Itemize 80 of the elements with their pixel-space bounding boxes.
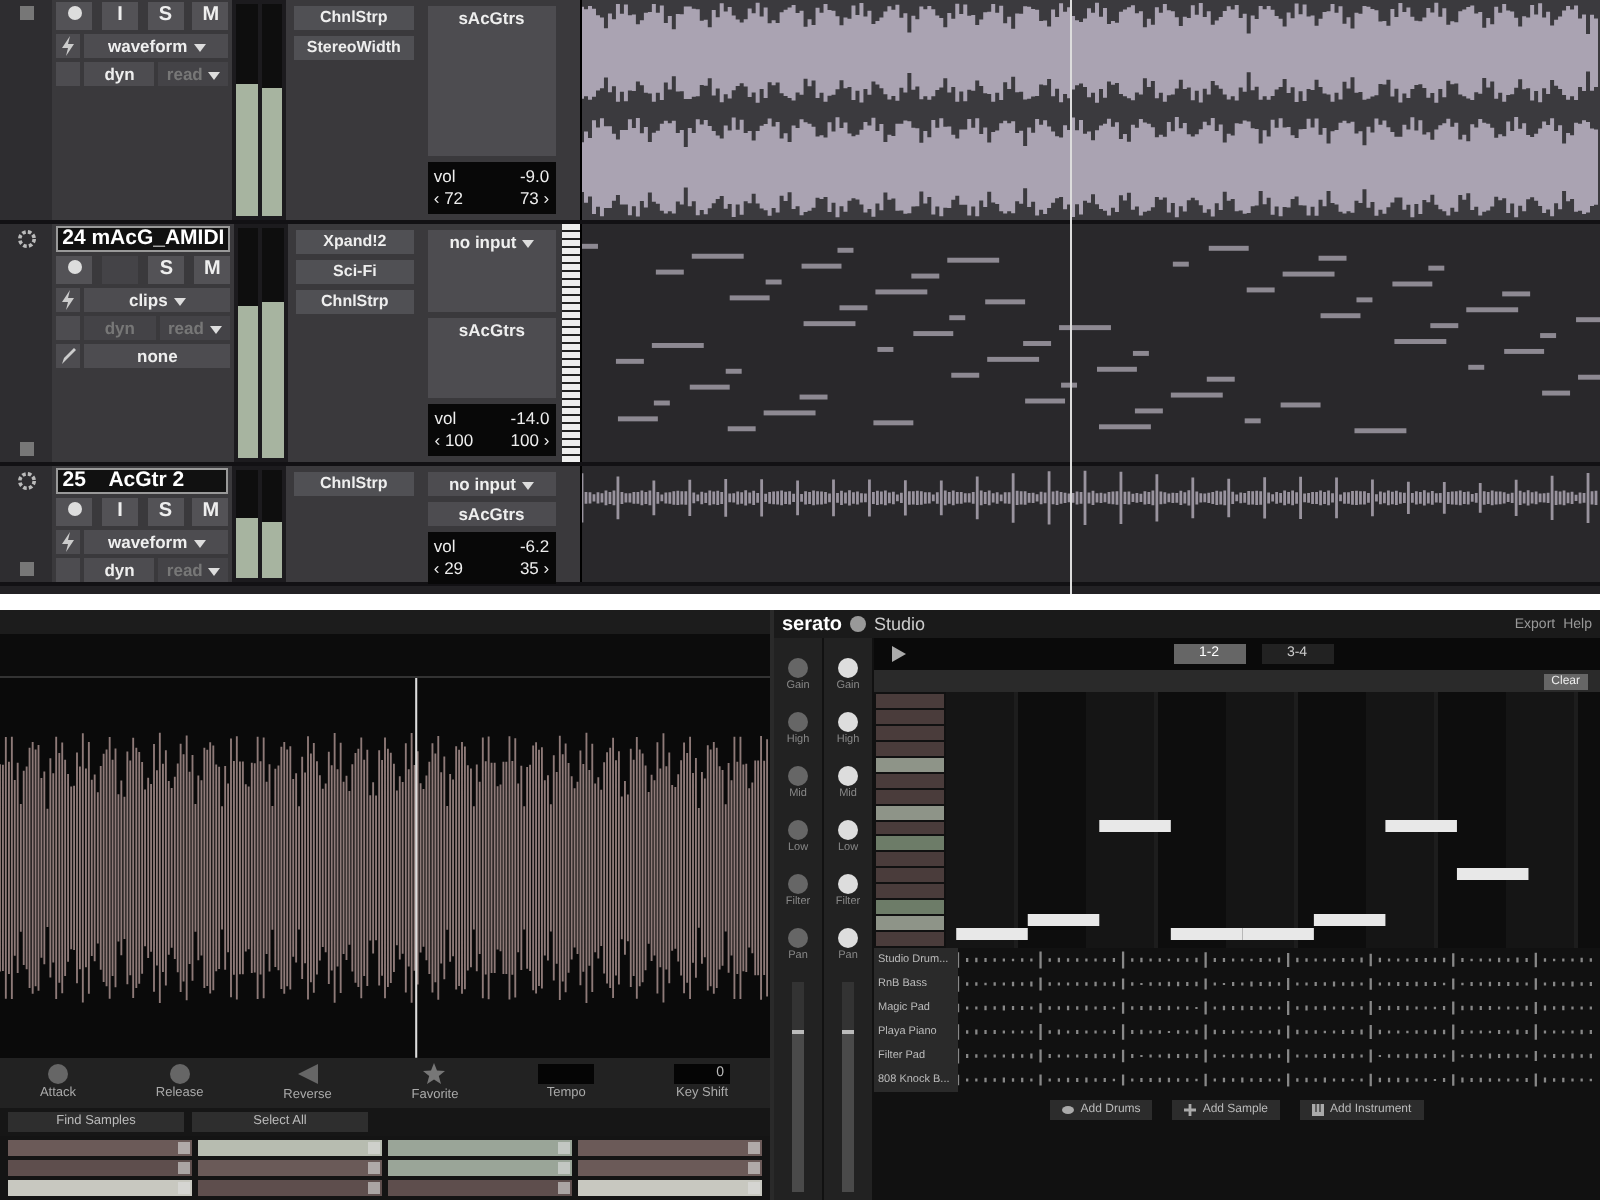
value-field[interactable]: [538, 1064, 595, 1085]
view-dropdown[interactable]: waveform: [84, 530, 229, 554]
knob[interactable]: [838, 928, 858, 948]
track-button[interactable]: S: [147, 2, 184, 30]
level-meter: [261, 470, 282, 578]
play-icon[interactable]: [890, 646, 906, 662]
insert-slot[interactable]: Sci-Fi: [295, 260, 415, 284]
knob[interactable]: [838, 712, 858, 732]
sample-pad[interactable]: [578, 1160, 762, 1176]
sample-pad[interactable]: [198, 1180, 382, 1196]
sample-pad[interactable]: [578, 1140, 762, 1156]
insert-slot[interactable]: Xpand!2: [295, 230, 415, 254]
view-dropdown[interactable]: waveform: [84, 34, 229, 58]
app-name: Studio: [874, 614, 926, 634]
knob[interactable]: [838, 820, 858, 840]
pan-value: 100 ›: [510, 430, 550, 452]
drum-icon: [1062, 1104, 1075, 1116]
sample-pad[interactable]: [8, 1160, 192, 1176]
drum-pad-key[interactable]: [876, 805, 944, 819]
fader-handle[interactable]: [792, 1030, 804, 1192]
pencil-icon: [56, 344, 81, 368]
insert-slot[interactable]: ChnlStrp: [295, 290, 415, 314]
track-name-field[interactable]: 25 AcGtr 2: [56, 468, 229, 494]
insert-slot[interactable]: ChnlStrp: [293, 472, 414, 496]
track-button[interactable]: M: [192, 2, 229, 30]
level-meter: [236, 470, 258, 578]
view-dropdown[interactable]: clips: [84, 288, 231, 312]
automation-button[interactable]: dyn: [84, 62, 155, 86]
pan-value: 73 ›: [519, 188, 550, 210]
pan-value: ‹ 29: [433, 558, 464, 580]
insert-slot[interactable]: StereoWidth: [293, 36, 414, 60]
drum-pad-key[interactable]: [876, 836, 944, 851]
pan-value: ‹ 72: [433, 188, 464, 210]
square-icon: [56, 558, 81, 582]
drum-pad-key[interactable]: [876, 900, 944, 915]
input-dropdown[interactable]: no input: [428, 230, 556, 311]
knob[interactable]: [838, 766, 858, 786]
output-dropdown[interactable]: sAcGtrs: [427, 502, 556, 526]
drum-pad-key[interactable]: [876, 757, 944, 772]
triangle-icon[interactable]: [295, 1062, 320, 1087]
vol-label: vol: [433, 536, 456, 558]
record-button[interactable]: [56, 256, 93, 284]
volume-value: -14.0: [510, 408, 550, 430]
sample-pad[interactable]: [198, 1160, 382, 1176]
star-icon[interactable]: [422, 1062, 447, 1087]
output-dropdown[interactable]: sAcGtrs: [427, 6, 556, 156]
track-button[interactable]: I: [101, 2, 138, 30]
drum-pad-key[interactable]: [876, 916, 944, 931]
track-button[interactable]: I: [101, 498, 138, 526]
sample-pad[interactable]: [388, 1140, 572, 1156]
fader-handle[interactable]: [842, 1030, 854, 1192]
logo-text: serato: [782, 613, 843, 635]
gear-icon[interactable]: [17, 472, 36, 490]
track-name-field[interactable]: 24 mAcG_AMIDI: [56, 226, 231, 252]
knob[interactable]: [837, 874, 858, 894]
track-button[interactable]: M: [194, 256, 231, 284]
pan-value: 35 ›: [519, 558, 550, 580]
track-button[interactable]: M: [192, 498, 229, 526]
sample-pad[interactable]: [388, 1160, 572, 1176]
input-dropdown[interactable]: no input: [427, 472, 556, 496]
track-button[interactable]: S: [147, 498, 184, 526]
record-button[interactable]: [56, 2, 93, 30]
gear-icon[interactable]: [17, 230, 36, 248]
sample-pad[interactable]: [388, 1180, 572, 1196]
vol-label: vol: [434, 408, 457, 430]
output-dropdown[interactable]: sAcGtrs: [428, 317, 556, 398]
vol-label: vol: [433, 166, 456, 188]
logo-icon: [850, 616, 867, 632]
sample-pad[interactable]: [8, 1140, 192, 1156]
volume-value: -6.2: [519, 536, 550, 558]
volume-value: -9.0: [519, 166, 550, 188]
pan-value: ‹ 100: [434, 430, 474, 452]
insert-slot[interactable]: ChnlStrp: [293, 6, 414, 30]
timebase-dropdown[interactable]: none: [84, 344, 231, 368]
track-button[interactable]: S: [148, 256, 185, 284]
automation-button[interactable]: dyn: [84, 558, 155, 582]
record-button[interactable]: [56, 498, 93, 526]
plus-icon: [1184, 1104, 1197, 1116]
knob[interactable]: [838, 658, 858, 678]
keyboard-icon: [1312, 1104, 1324, 1116]
